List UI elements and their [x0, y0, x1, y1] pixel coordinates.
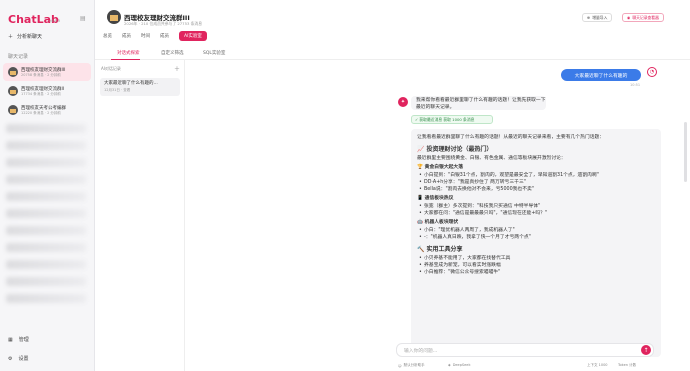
blurred-chat[interactable] — [6, 192, 86, 201]
user-message: 大家最近聊了什么有趣的 — [561, 69, 641, 81]
conversation-list-header: AI对话记录 — [101, 66, 121, 71]
group-avatar — [107, 10, 121, 24]
chat-item-3[interactable]: 西理校友天考公考编群 12220 条消息 · 2 分钟前 — [3, 101, 91, 119]
sidebar: ChatLab v0.6.3 ▤ ＋分析新聊天 聊天记录 西理校友理财交流群II… — [0, 0, 95, 371]
manage-button[interactable]: ▦ 管理 — [8, 336, 29, 344]
tab-sql-lab[interactable]: SQL实验室 — [203, 50, 225, 56]
blurred-chat[interactable] — [6, 158, 86, 167]
bot-message: 我来帮你看看最近群里聊了什么有趣的话题！让我先获取一下最近的聊天记录。 — [411, 96, 546, 110]
group-avatar — [8, 67, 18, 77]
section-title: 聊天记录 — [8, 54, 29, 60]
blurred-chat[interactable] — [6, 226, 86, 235]
group-avatar — [8, 105, 18, 115]
plus-icon: ＋ — [8, 34, 14, 40]
import-icon: ⊕ — [587, 15, 591, 20]
blurred-chat[interactable] — [6, 294, 86, 303]
tab-chat-explore[interactable]: 对话式探索 — [111, 50, 140, 60]
assistant-selector[interactable]: ☺ 默认分析助手 — [398, 363, 425, 368]
tab-custom-filter[interactable]: 自定义筛选 — [161, 50, 184, 56]
bot-answer: 让我看看最近群里聊了什么有趣的话题！从最近的聊天记录来看，主要有几个热门话题： … — [411, 129, 661, 357]
nav-members[interactable]: 成员 — [122, 33, 131, 39]
eye-icon: ◉ — [627, 15, 631, 20]
new-conversation-icon[interactable]: ＋ — [174, 64, 180, 73]
gear-icon: ⚙ — [8, 355, 13, 362]
blurred-chat[interactable] — [6, 209, 86, 218]
user-avatar: ◔ — [647, 67, 657, 77]
chat-item-1[interactable]: 西理校友理财交流群III 20758 条消息 · 2 分钟前 — [3, 63, 91, 81]
import-button[interactable]: ⊕ 增量导入 — [582, 13, 613, 22]
conversation-item[interactable]: 大家最近聊了什么有趣的... 12月31日 · 查看 — [100, 78, 180, 96]
top-nav: 总览 成员 时间 成员 AI实验室 — [103, 31, 207, 41]
blurred-chat[interactable] — [6, 243, 86, 252]
nav-members-2[interactable]: 成员 — [160, 33, 169, 39]
message-time: 10:51 — [630, 83, 641, 87]
nav-overview[interactable]: 总览 — [103, 33, 112, 39]
model-selector[interactable]: ◈ DeepSeek — [448, 363, 470, 367]
chat-item-2[interactable]: 西理校友理财交流群II 17734 条消息 · 2 分钟前 — [3, 82, 91, 100]
blurred-chat[interactable] — [6, 124, 86, 133]
group-avatar — [8, 86, 18, 96]
manage-icon: ▦ — [8, 336, 13, 343]
blurred-chat[interactable] — [6, 175, 86, 184]
nav-time[interactable]: 时间 — [141, 33, 150, 39]
blurred-chat[interactable] — [6, 277, 86, 286]
tab-bar: 对话式探索 自定义筛选 SQL实验室 — [95, 47, 690, 60]
page-subtitle: 2026年 · 210 位成员共参与了 27753 条消息 — [124, 21, 202, 26]
blurred-chat[interactable] — [6, 260, 86, 269]
ai-lab-button[interactable]: AI实验室 — [179, 31, 207, 41]
main-panel: 西理校友理财交流群III 2026年 · 210 位成员共参与了 27753 条… — [95, 0, 690, 371]
robot-icon: ☺ — [398, 363, 402, 368]
new-chat-button[interactable]: ＋分析新聊天 — [8, 33, 42, 40]
token-count: Token 计数 — [618, 363, 637, 367]
scrollbar[interactable] — [684, 122, 687, 182]
tool-call-badge[interactable]: ✓ 获取最近消息 获取 1000 条消息 — [411, 115, 493, 124]
collapse-sidebar-icon[interactable]: ▤ — [80, 15, 88, 23]
bot-avatar: ✦ — [398, 97, 408, 107]
chat-input[interactable]: 输入你的问题... — [396, 343, 654, 357]
settings-button[interactable]: ⚙ 设置 — [8, 355, 29, 363]
blurred-chat[interactable] — [6, 141, 86, 150]
send-button[interactable]: ↑ — [641, 345, 651, 355]
model-icon: ◈ — [448, 363, 451, 367]
viewer-button[interactable]: ◉ 聊天记录查看器 — [622, 13, 664, 22]
arrow-up-icon: ↑ — [643, 346, 649, 354]
conversation-list: AI对话记录 ＋ 大家最近聊了什么有趣的... 12月31日 · 查看 — [95, 60, 185, 371]
conversation-area: 大家最近聊了什么有趣的 ◔ 10:51 ✦ 我来帮你看看最近群里聊了什么有趣的话… — [185, 60, 690, 371]
context-size: 上下文 1000 — [587, 363, 608, 367]
app-version: v0.6.3 — [49, 19, 60, 23]
